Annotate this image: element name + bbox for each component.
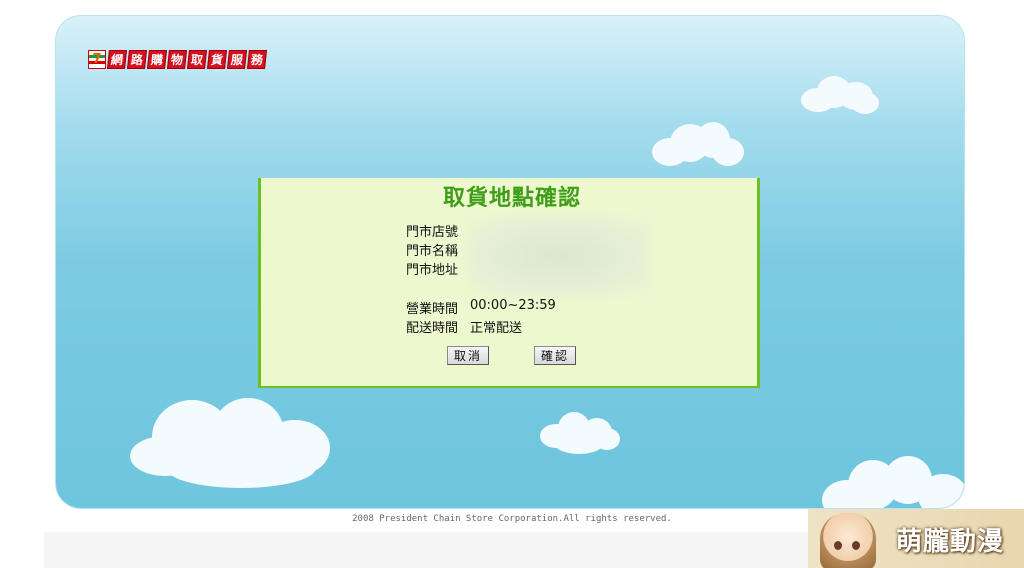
store-name-label: 門市名稱 [406,244,459,259]
store-address-label: 門市地址 [406,263,459,278]
seven-eleven-logo: 7 網 路 購 物 取 貨 服 務 [88,50,267,69]
cloud-bottom-middle [540,410,622,456]
delivery-time-label: 配送時間 [406,321,459,336]
page-title: 取貨地點確認 [442,186,581,211]
logo-char: 服 [227,50,247,69]
confirm-button[interactable]: 確認 [534,346,577,365]
seven-eleven-icon: 7 [88,50,106,69]
cloud-mid-right [652,120,747,170]
mascot-image [820,513,876,568]
logo-char: 網 [107,50,127,69]
logo-char: 取 [187,50,207,69]
business-hours-label: 營業時間 [406,302,459,317]
cloud-bottom-left [130,394,342,494]
logo-char: 路 [127,50,147,69]
store-id-label: 門市店號 [406,225,459,240]
logo-char: 購 [147,50,167,69]
delivery-time-value: 正常配送 [470,321,523,336]
cancel-button[interactable]: 取消 [447,346,490,365]
logo-char: 物 [167,50,187,69]
watermark-brand: 萌朧動漫 [896,527,1005,557]
logo-char: 貨 [207,50,227,69]
cloud-top-right [801,74,881,116]
logo-char: 務 [247,50,267,69]
cloud-bottom-right [822,456,964,508]
redacted-store-info [466,216,650,296]
watermark-banner: 萌朧動漫 [808,509,1024,568]
business-hours-value: 00:00~23:59 [470,298,556,313]
bottom-strip [44,532,814,568]
